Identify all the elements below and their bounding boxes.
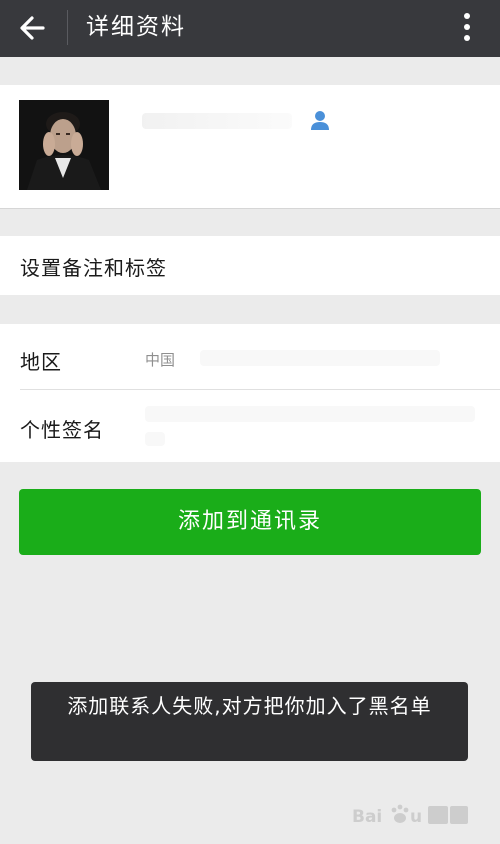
region-blurred xyxy=(200,350,440,366)
more-vertical-icon xyxy=(464,13,470,41)
signature-blurred-line2 xyxy=(145,432,165,446)
remark-label: 设置备注和标签 xyxy=(20,256,167,280)
more-button[interactable] xyxy=(454,8,480,46)
signature-label: 个性签名 xyxy=(20,418,104,442)
arrow-left-icon xyxy=(20,16,45,40)
svg-text:Bai: Bai xyxy=(352,807,382,827)
header-divider xyxy=(67,10,68,45)
page-title: 详细资料 xyxy=(86,14,186,40)
baidu-paw-icon: Bai u xyxy=(352,804,468,827)
name-blurred xyxy=(142,113,292,129)
info-card: 地区 中国 个性签名 xyxy=(0,324,500,462)
avatar[interactable] xyxy=(19,100,109,190)
profile-screen: 详细资料 设置备注和标签 地区 中国 个性签名 添加到通讯录 添加联系人失败,对… xyxy=(0,0,500,844)
add-to-contacts-button[interactable]: 添加到通讯录 xyxy=(19,489,481,555)
back-button[interactable] xyxy=(13,7,55,49)
contact-icon-wrapper xyxy=(309,109,331,131)
svg-text:u: u xyxy=(410,807,422,827)
remark-and-tags-row[interactable]: 设置备注和标签 xyxy=(0,236,500,295)
app-header: 详细资料 xyxy=(0,0,500,57)
baidu-watermark: Bai u xyxy=(352,800,470,830)
error-toast: 添加联系人失败,对方把你加入了黑名单 xyxy=(31,682,468,761)
region-label: 地区 xyxy=(20,350,62,374)
person-icon xyxy=(311,111,329,130)
avatar-photo xyxy=(19,100,109,190)
profile-card xyxy=(0,85,500,209)
region-value: 中国 xyxy=(145,351,176,369)
info-divider xyxy=(20,389,500,390)
signature-blurred-line1 xyxy=(145,406,475,422)
